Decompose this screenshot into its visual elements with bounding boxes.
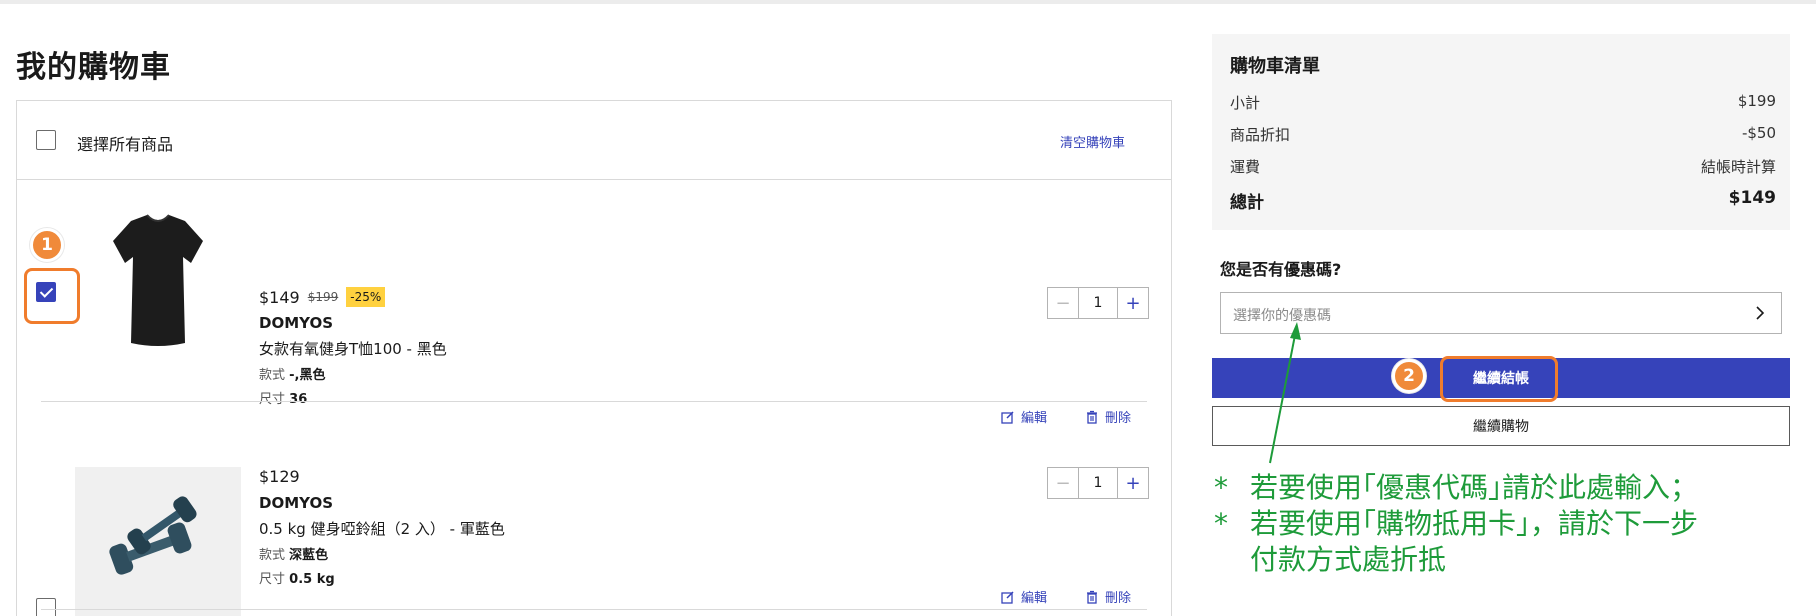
summary-value: $199 [1737, 92, 1776, 110]
coupon-question: 您是否有優惠碼? [1220, 260, 1342, 279]
annotation-note-line3: 付款方式處折抵 [1250, 543, 1447, 576]
summary-row-discount: 商品折扣 -$50 [1230, 124, 1776, 145]
cart-list: 選擇所有商品 清空購物車 $149 $199 -25% DOMYOS 女款有氧健… [16, 100, 1172, 616]
item-old-price: $199 [307, 290, 339, 304]
quantity-stepper: − 1 + [1047, 467, 1149, 499]
trash-icon [1087, 590, 1097, 604]
item-checkbox[interactable] [36, 598, 56, 616]
summary-row-subtotal: 小計 $199 [1230, 92, 1776, 113]
item-name[interactable]: 0.5 kg 健身啞鈴組（2 入） - 軍藍色 [259, 518, 505, 539]
black-tshirt-image[interactable] [75, 197, 241, 362]
annotation-highlight-checkout [1440, 356, 1558, 402]
summary-total-value: $149 [1728, 188, 1776, 208]
delete-button[interactable]: 刪除 [1085, 587, 1131, 606]
edit-icon [1001, 590, 1014, 604]
summary-label: 運費 [1230, 158, 1261, 176]
quantity-stepper: − 1 + [1047, 287, 1149, 319]
item-name[interactable]: 女款有氧健身T恤100 - 黑色 [259, 338, 447, 359]
note-text: 若要使用｢購物抵用卡｣，請於下一步 [1250, 507, 1699, 540]
decrease-quantity-button[interactable]: − [1048, 468, 1079, 498]
item-size-label: 尺寸 [259, 572, 286, 587]
increase-quantity-button[interactable]: + [1117, 468, 1148, 498]
summary-title: 購物車清單 [1230, 56, 1320, 77]
cart-summary: 購物車清單 小計 $199 商品折扣 -$50 運費 結帳時計算 總計 $149 [1212, 34, 1790, 230]
annotation-marker-2: 2 [1392, 359, 1426, 393]
annotation-arrow [1269, 322, 1301, 464]
delete-label: 刪除 [1105, 591, 1132, 606]
select-all-checkbox[interactable] [36, 130, 56, 150]
item-style-label: 款式 [259, 548, 286, 563]
summary-label: 商品折扣 [1230, 126, 1291, 144]
summary-row-shipping: 運費 結帳時計算 [1230, 156, 1776, 177]
annotation-note-line2: * 若要使用｢購物抵用卡｣，請於下一步 [1214, 506, 1698, 542]
item-size-value: 0.5 kg [289, 572, 335, 587]
annotation-highlight-checkbox [24, 268, 80, 324]
cart-item: $149 $199 -25% DOMYOS 女款有氧健身T恤100 - 黑色 款… [17, 181, 1171, 426]
item-size: 尺寸 0.5 kg [259, 568, 335, 587]
summary-value: 結帳時計算 [1700, 158, 1776, 176]
note-bullet: * [1214, 471, 1228, 504]
increase-quantity-button[interactable]: + [1117, 288, 1148, 318]
clear-cart-link[interactable]: 清空購物車 [1060, 132, 1125, 151]
edit-button[interactable]: 編輯 [1001, 587, 1047, 606]
item-divider [41, 609, 1147, 610]
item-price: $149 [259, 287, 300, 307]
dumbbell-set-image[interactable] [75, 467, 241, 616]
note-text: 若要使用｢優惠代碼｣請於此處輸入； [1250, 471, 1699, 504]
decrease-quantity-button[interactable]: − [1048, 288, 1079, 318]
quantity-value[interactable]: 1 [1079, 468, 1117, 498]
summary-row-total: 總計 $149 [1230, 188, 1776, 213]
page-title: 我的購物車 [16, 50, 171, 85]
select-all-row: 選擇所有商品 清空購物車 [17, 101, 1171, 180]
item-price: $129 [259, 467, 300, 486]
edit-label: 編輯 [1021, 591, 1048, 606]
item-style-value: 深藍色 [289, 548, 329, 563]
top-divider [0, 0, 1816, 4]
summary-total-label: 總計 [1230, 193, 1264, 213]
discount-badge: -25% [346, 287, 386, 307]
item-brand: DOMYOS [259, 494, 334, 512]
annotation-note-line1: * 若要使用｢優惠代碼｣請於此處輸入； [1214, 470, 1698, 506]
cart-item: $129 DOMYOS 0.5 kg 健身啞鈴組（2 入） - 軍藍色 款式 深… [17, 361, 1171, 616]
summary-label: 小計 [1230, 94, 1261, 112]
note-bullet: * [1214, 507, 1228, 540]
item-brand: DOMYOS [259, 314, 334, 332]
chevron-right-icon [1756, 306, 1765, 320]
select-all-label: 選擇所有商品 [77, 135, 174, 154]
annotation-marker-1: 1 [30, 228, 64, 262]
summary-value: -$50 [1741, 124, 1776, 142]
item-style: 款式 深藍色 [259, 544, 328, 563]
quantity-value[interactable]: 1 [1079, 288, 1117, 318]
